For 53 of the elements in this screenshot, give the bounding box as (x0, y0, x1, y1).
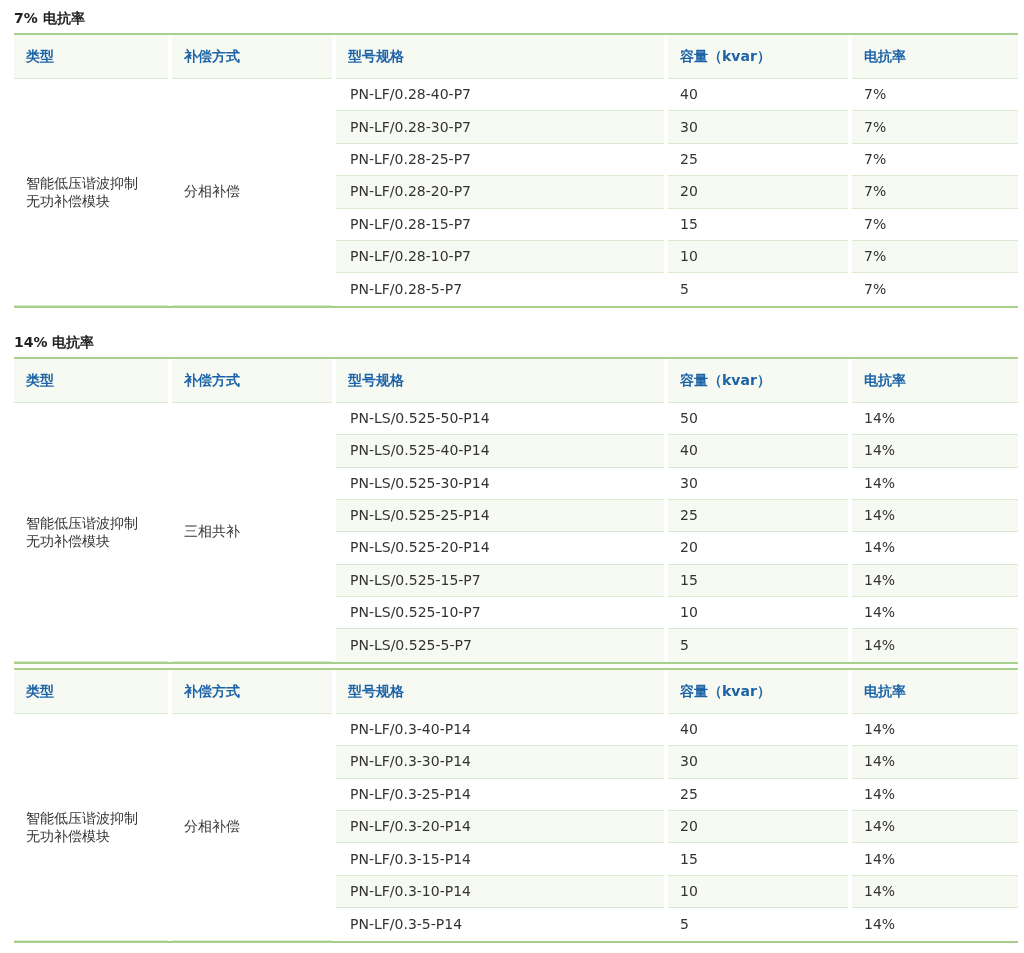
table-cell: 7% (852, 176, 1018, 209)
column-header: 补偿方式 (172, 358, 332, 403)
column-header: 电抗率 (852, 35, 1018, 79)
column-header: 补偿方式 (172, 669, 332, 714)
table-cell: 14% (852, 875, 1018, 909)
table-cell: 7% (852, 240, 1018, 274)
table-cell: PN-LF/0.28-30-P7 (336, 111, 664, 144)
column-header: 类型 (14, 35, 168, 79)
table-cell: 三相共补 (172, 402, 332, 662)
table-cell: 14% (852, 564, 1018, 598)
table-cell: 14% (852, 499, 1018, 533)
table-cell: 30 (668, 111, 848, 144)
section-title: 7% 电抗率 (14, 9, 86, 28)
table-cell: PN-LF/0.28-20-P7 (336, 176, 664, 209)
table-cell: PN-LF/0.3-30-P14 (336, 746, 664, 779)
table-cell: PN-LF/0.3-10-P14 (336, 875, 664, 909)
table-cell: 14% (852, 435, 1018, 468)
section-title: 14% 电抗率 (14, 332, 96, 352)
table-cell: 分相补偿 (172, 79, 332, 306)
table-cell-text: 智能低压谐波抑制无功补偿模块 (26, 808, 139, 845)
column-header: 补偿方式 (172, 35, 332, 79)
table-cell: 30 (668, 746, 848, 779)
table-cell: PN-LS/0.525-40-P14 (336, 435, 664, 468)
table-cell: 10 (668, 875, 848, 909)
table-cell-text: 智能低压谐波抑制无功补偿模块 (26, 513, 139, 550)
column-header: 型号规格 (336, 35, 664, 79)
table-cell: PN-LS/0.525-15-P7 (336, 564, 664, 598)
column-header: 型号规格 (336, 358, 664, 403)
column-header: 容量（kvar） (668, 669, 848, 714)
column-header: 类型 (14, 358, 168, 403)
column-header: 类型 (14, 669, 168, 714)
table-cell: 5 (668, 629, 848, 662)
table-cell-text: 智能低压谐波抑制无功补偿模块 (26, 173, 139, 210)
table-cell: 分相补偿 (172, 713, 332, 941)
table-cell: PN-LS/0.525-25-P14 (336, 499, 664, 533)
column-header: 电抗率 (852, 358, 1018, 403)
table-cell: 14% (852, 811, 1018, 844)
table-cell: 7% (852, 111, 1018, 144)
column-header: 电抗率 (852, 669, 1018, 714)
table-cell: 15 (668, 564, 848, 598)
table-cell: 20 (668, 811, 848, 844)
table-cell: 14% (852, 629, 1018, 662)
column-header: 容量（kvar） (668, 358, 848, 403)
table-cell: 14% (852, 746, 1018, 779)
table-cell: PN-LF/0.28-10-P7 (336, 240, 664, 274)
table-cell: 10 (668, 240, 848, 274)
column-header: 型号规格 (336, 669, 664, 714)
column-header: 容量（kvar） (668, 35, 848, 79)
table-cell: 20 (668, 176, 848, 209)
table-cell: PN-LF/0.3-20-P14 (336, 811, 664, 844)
table-cell: 40 (668, 435, 848, 468)
table-cell: 25 (668, 499, 848, 533)
table-cell: PN-LS/0.525-5-P7 (336, 629, 664, 662)
